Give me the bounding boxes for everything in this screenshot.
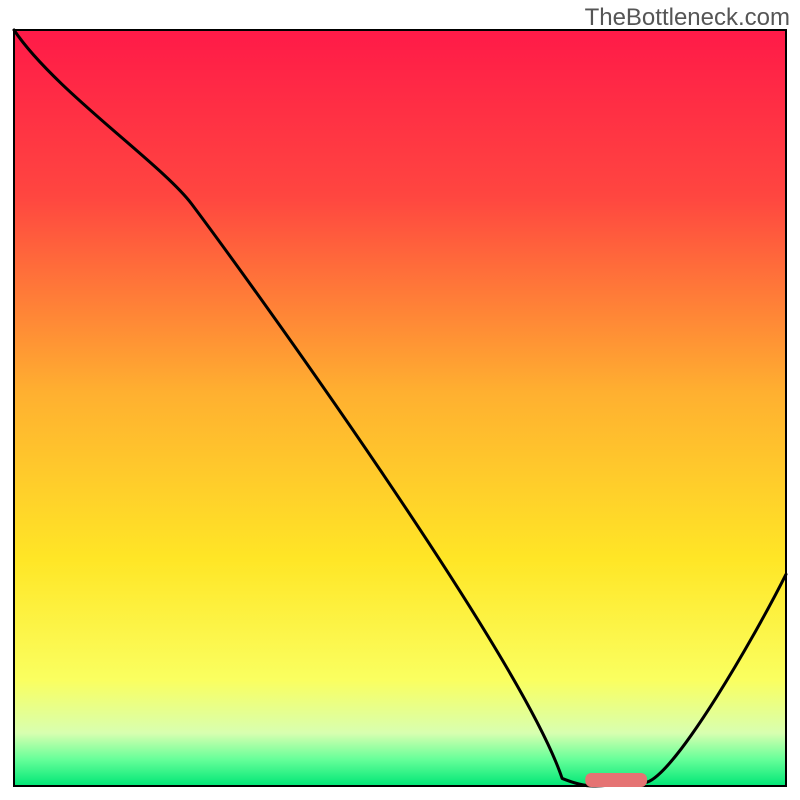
chart-svg: [0, 0, 800, 800]
optimal-range-marker: [585, 773, 647, 787]
bottleneck-chart: TheBottleneck.com: [0, 0, 800, 800]
watermark-label: TheBottleneck.com: [585, 4, 790, 32]
